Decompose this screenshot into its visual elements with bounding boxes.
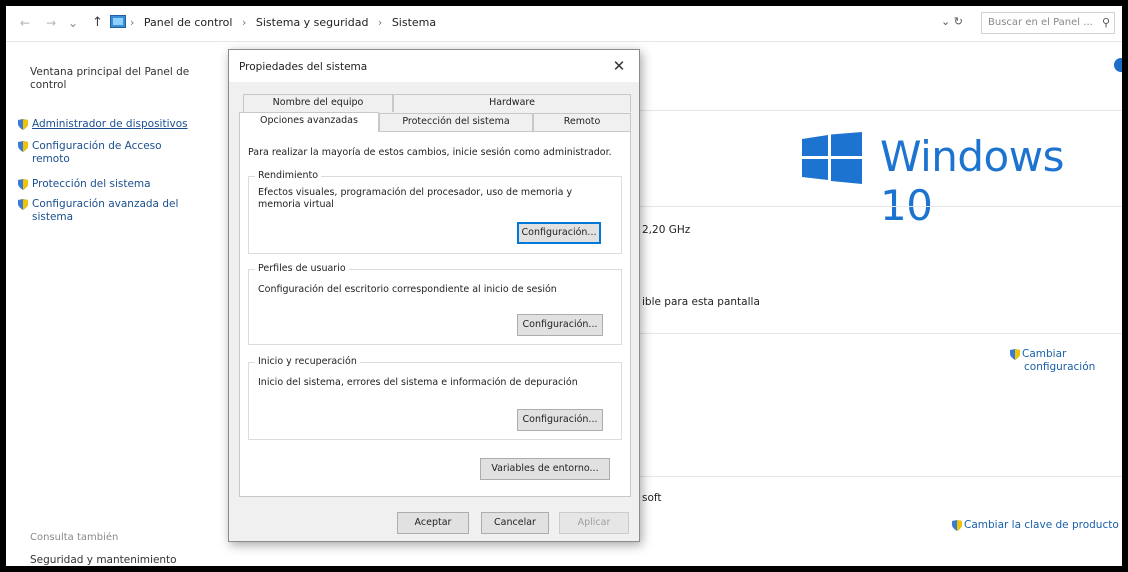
tab-panel-advanced: Para realizar la mayoría de estos cambio… xyxy=(239,131,631,497)
breadcrumb-separator[interactable]: › xyxy=(378,16,382,29)
see-also-heading: Consulta también xyxy=(30,532,119,543)
breadcrumb: › Panel de control › Sistema y seguridad… xyxy=(130,16,442,29)
forward-button[interactable]: → xyxy=(46,16,56,30)
recent-dropdown-icon[interactable]: ⌄ xyxy=(68,16,78,30)
sidebar-item-label: Configuración avanzada del sistema xyxy=(32,198,179,223)
sidebar-item-device-manager[interactable]: Administrador de dispositivos xyxy=(18,118,218,131)
security-maintenance-link[interactable]: Seguridad y mantenimiento xyxy=(30,554,177,566)
sidebar-item-label: Protección del sistema xyxy=(32,178,151,190)
ok-button[interactable]: Aceptar xyxy=(397,512,469,534)
control-panel-icon xyxy=(110,15,126,28)
dialog-title-bar[interactable]: Propiedades del sistema ✕ xyxy=(229,50,639,82)
shield-icon xyxy=(18,199,28,210)
cancel-button[interactable]: Cancelar xyxy=(481,512,549,534)
user-profiles-settings-button[interactable]: Configuración... xyxy=(517,314,603,336)
windows-logo-icon xyxy=(802,132,862,184)
environment-variables-button[interactable]: Variables de entorno... xyxy=(480,458,610,480)
tab-nombre-del-equipo[interactable]: Nombre del equipo xyxy=(243,94,393,112)
tab-opciones-avanzadas[interactable]: Opciones avanzadas xyxy=(239,112,379,132)
divider xyxy=(636,333,1122,334)
apply-button: Aplicar xyxy=(559,512,629,534)
control-panel-home-link[interactable]: Ventana principal del Panel de control xyxy=(30,66,220,92)
system-properties-dialog: Propiedades del sistema ✕ Nombre del equ… xyxy=(228,49,640,542)
sidebar-item-system-protection[interactable]: Protección del sistema xyxy=(18,178,218,191)
address-bar: ← → ⌄ ↑ › Panel de control › Sistema y s… xyxy=(6,6,1122,42)
pen-touch-info: ible para esta pantalla xyxy=(642,296,760,308)
windows-10-logo-text: Windows 10 xyxy=(880,132,1064,230)
divider xyxy=(636,476,1122,477)
startup-recovery-description: Inicio del sistema, errores del sistema … xyxy=(258,377,578,388)
tab-hardware[interactable]: Hardware xyxy=(393,94,631,112)
user-profiles-group: Perfiles de usuario Configuración del es… xyxy=(248,263,622,345)
startup-recovery-title: Inicio y recuperación xyxy=(255,356,360,367)
left-pane: Ventana principal del Panel de control A… xyxy=(6,42,218,566)
shield-icon xyxy=(18,179,28,190)
search-icon[interactable]: ⚲ xyxy=(1102,16,1110,29)
sidebar-item-label: Configuración de Acceso remoto xyxy=(32,140,162,165)
change-settings-line1: Cambiar xyxy=(1022,348,1067,360)
breadcrumb-panel-de-control[interactable]: Panel de control xyxy=(144,16,233,29)
processor-speed: 2,20 GHz xyxy=(642,224,691,236)
microsoft-text: soft xyxy=(642,492,662,504)
shield-icon xyxy=(18,119,28,130)
change-settings-line2: configuración xyxy=(1024,361,1096,373)
performance-settings-button[interactable]: Configuración... xyxy=(517,222,601,244)
help-icon[interactable] xyxy=(1114,58,1122,72)
user-profiles-title: Perfiles de usuario xyxy=(255,263,349,274)
screenshot-frame: ← → ⌄ ↑ › Panel de control › Sistema y s… xyxy=(0,0,1128,572)
sidebar-item-advanced-settings[interactable]: Configuración avanzada del sistema xyxy=(18,198,198,224)
startup-recovery-group: Inicio y recuperación Inicio del sistema… xyxy=(248,356,622,440)
change-product-key-label: Cambiar la clave de producto xyxy=(964,519,1119,531)
change-product-key-link[interactable]: Cambiar la clave de producto xyxy=(952,519,1119,532)
startup-recovery-settings-button[interactable]: Configuración... xyxy=(517,409,603,431)
performance-group: Rendimiento Efectos visuales, programaci… xyxy=(248,170,622,254)
sidebar-item-remote-access[interactable]: Configuración de Acceso remoto xyxy=(18,140,198,166)
tab-proteccion-del-sistema[interactable]: Protección del sistema xyxy=(379,113,533,131)
search-input[interactable]: Buscar en el Panel ... ⚲ xyxy=(981,12,1115,34)
shield-icon xyxy=(952,519,962,531)
sidebar-item-label: Administrador de dispositivos xyxy=(32,118,188,130)
change-settings-link[interactable]: Cambiar configuración xyxy=(1010,348,1095,374)
admin-note: Para realizar la mayoría de estos cambio… xyxy=(248,147,612,158)
up-button[interactable]: ↑ xyxy=(92,15,103,30)
breadcrumb-separator[interactable]: › xyxy=(242,16,246,29)
search-placeholder: Buscar en el Panel ... xyxy=(988,17,1093,28)
tab-remoto[interactable]: Remoto xyxy=(533,113,631,131)
user-profiles-description: Configuración del escritorio correspondi… xyxy=(258,284,557,295)
performance-description: Efectos visuales, programación del proce… xyxy=(258,187,573,210)
close-icon[interactable]: ✕ xyxy=(607,55,631,77)
dialog-title: Propiedades del sistema xyxy=(239,61,368,73)
divider xyxy=(636,110,1122,111)
divider xyxy=(636,206,1122,207)
shield-icon xyxy=(18,141,28,152)
breadcrumb-separator: › xyxy=(130,16,135,29)
shield-icon xyxy=(1010,348,1020,360)
breadcrumb-sistema-y-seguridad[interactable]: Sistema y seguridad xyxy=(256,16,369,29)
performance-title: Rendimiento xyxy=(255,170,322,181)
breadcrumb-sistema[interactable]: Sistema xyxy=(392,16,436,29)
back-button[interactable]: ← xyxy=(20,16,30,30)
refresh-icon[interactable]: ⌄ ↻ xyxy=(941,15,963,28)
